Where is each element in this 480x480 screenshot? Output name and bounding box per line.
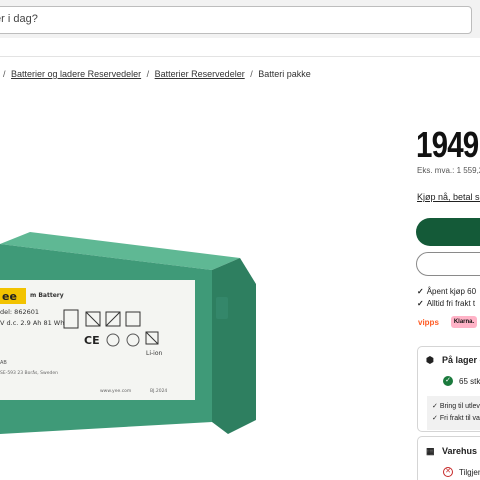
delivery-note: ✓ Bring til utlev <box>432 403 480 410</box>
box-icon: ⬢ <box>426 355 434 365</box>
label-batch: BJ.2024 <box>150 388 167 394</box>
breadcrumb-separator: / <box>250 69 253 79</box>
header-divider <box>0 56 480 57</box>
store-stock-status: Tilgjen <box>459 468 480 477</box>
usp-open-purchase: ✓ Åpent kjøp 60 <box>417 287 476 296</box>
breadcrumb: / Batterier og ladere Reservedeler / Bat… <box>0 69 311 79</box>
usp-free-shipping: ✓ Alltid fri frakt t <box>417 299 475 308</box>
search-input-text: ter i dag? <box>0 13 38 25</box>
label-brand: ee <box>2 290 17 303</box>
vipps-logo: vipps <box>418 318 439 327</box>
product-price: 1949 <box>416 124 479 165</box>
delivery-note: ✓ Fri frakt til va <box>432 415 480 422</box>
label-website: www.yee.com <box>100 389 131 394</box>
secondary-action-button[interactable] <box>416 252 480 276</box>
check-icon: ✓ <box>432 415 438 422</box>
label-address: SE-593 23 Borås, Sweden <box>0 369 58 376</box>
usp-text: Alltid fri frakt t <box>426 299 476 308</box>
unavailable-icon: ✕ <box>443 467 453 477</box>
check-icon: ✓ <box>432 403 438 410</box>
add-to-cart-button[interactable] <box>416 218 480 246</box>
price-ex-vat: Eks. mva.: 1 559,20 <box>417 166 480 175</box>
store-icon: ▦ <box>426 446 435 456</box>
breadcrumb-link-batterier-og-ladere[interactable]: Batterier og ladere Reservedeler <box>11 69 141 79</box>
klarna-logo: Klarna. <box>451 316 477 328</box>
breadcrumb-separator: / <box>146 69 150 79</box>
store-stock-title: Varehus <box>442 446 478 456</box>
battery-connector <box>216 297 228 319</box>
label-model: del: 862601 <box>0 308 39 316</box>
online-stock-count: 65 stk <box>459 377 480 386</box>
label-spec: V d.c. 2.9 Ah 81 Wh <box>0 319 64 327</box>
label-ab: AB <box>0 360 7 366</box>
check-icon: ✓ <box>417 299 424 308</box>
finance-link[interactable]: Kjøp nå, betal se <box>417 192 480 202</box>
online-stock-title: På lager o <box>442 355 480 365</box>
check-icon: ✓ <box>417 287 424 296</box>
breadcrumb-link-batterier-reservedeler[interactable]: Batterier Reservedeler <box>155 69 245 79</box>
breadcrumb-separator: / <box>3 69 6 79</box>
label-type: m Battery <box>30 292 64 299</box>
search-input[interactable] <box>0 6 472 34</box>
product-image[interactable]: ee m Battery del: 862601 V d.c. 2.9 Ah 8… <box>0 222 262 444</box>
usp-text: Åpent kjøp 60 <box>426 287 477 296</box>
in-stock-icon: ✓ <box>443 376 453 386</box>
ce-mark-icon: CE <box>84 334 100 347</box>
breadcrumb-current: Batteri pakke <box>258 69 311 79</box>
label-chemistry: Li-ion <box>146 350 163 357</box>
